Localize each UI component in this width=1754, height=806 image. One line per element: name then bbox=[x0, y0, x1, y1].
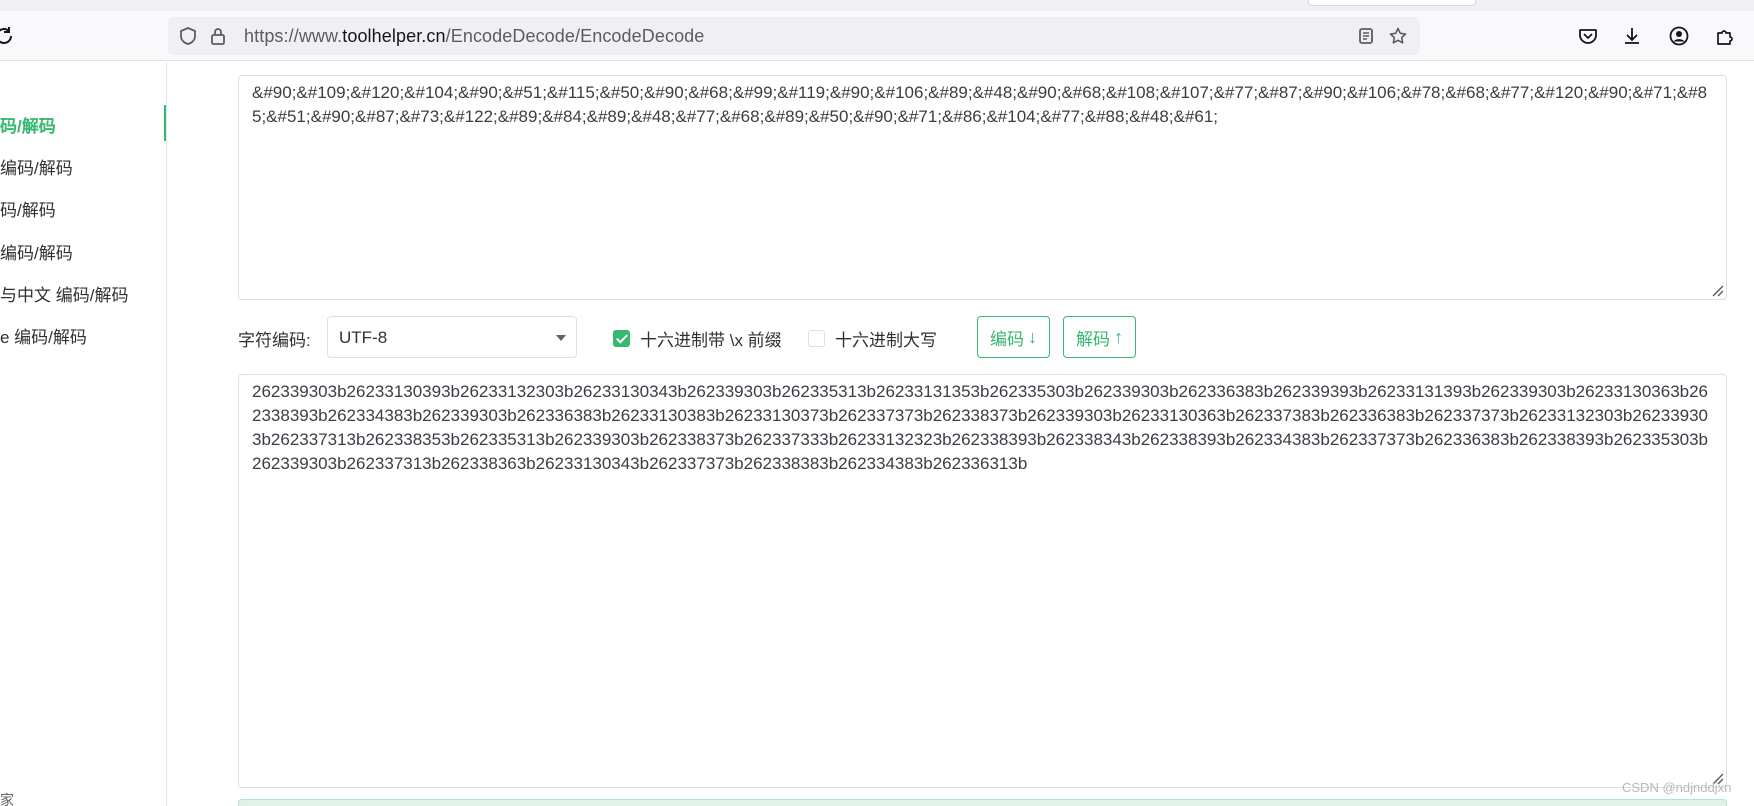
hex-prefix-checkbox[interactable]: 十六进制带 \x 前缀 bbox=[613, 326, 782, 351]
lock-icon[interactable] bbox=[208, 26, 228, 46]
active-tab-edge[interactable] bbox=[1308, 0, 1476, 6]
decode-button-label: 解码 bbox=[1076, 329, 1110, 349]
output-text: 262339303b26233130393b26233132303b262331… bbox=[252, 382, 1709, 473]
shield-icon[interactable] bbox=[178, 26, 198, 46]
account-icon[interactable] bbox=[1668, 25, 1690, 47]
input-textarea[interactable]: &#90;&#109;&#120;&#104;&#90;&#51;&#115;&… bbox=[238, 75, 1727, 300]
tab-strip bbox=[0, 0, 1754, 11]
sidebar-item-2[interactable]: 码/解码 bbox=[0, 196, 56, 221]
watermark: CSDN @ndjnddjxn bbox=[1622, 780, 1732, 795]
reader-view-icon[interactable] bbox=[1356, 26, 1376, 46]
arrow-down-icon: ↓ bbox=[1028, 326, 1037, 347]
reload-icon[interactable] bbox=[0, 24, 16, 48]
input-text: &#90;&#109;&#120;&#104;&#90;&#51;&#115;&… bbox=[252, 83, 1708, 126]
encode-button[interactable]: 编码 ↓ bbox=[977, 316, 1050, 358]
sidebar-item-1[interactable]: 编码/解码 bbox=[0, 154, 73, 179]
charset-label: 字符编码: bbox=[238, 331, 311, 350]
browser-toolbar: https://www.toolhelper.cn/EncodeDecode/E… bbox=[0, 11, 1754, 61]
sidebar-item-3[interactable]: 编码/解码 bbox=[0, 239, 73, 264]
checkbox-checked-icon[interactable] bbox=[613, 330, 630, 347]
encode-button-label: 编码 bbox=[990, 329, 1024, 349]
charset-select[interactable]: UTF-8 bbox=[327, 316, 577, 358]
resize-handle-icon[interactable] bbox=[1708, 281, 1724, 297]
chevron-down-icon bbox=[556, 335, 566, 341]
url-prefix: https://www. bbox=[244, 26, 343, 46]
extensions-icon[interactable] bbox=[1714, 25, 1736, 47]
sidebar: 码/解码 编码/解码 码/解码 编码/解码 与中文 编码/解码 e 编码/解码 … bbox=[0, 62, 167, 806]
checkbox-unchecked-icon[interactable] bbox=[808, 330, 825, 347]
download-icon[interactable] bbox=[1621, 25, 1643, 47]
result-alert-bar bbox=[238, 799, 1727, 806]
url-path: /EncodeDecode/EncodeDecode bbox=[445, 26, 705, 46]
pocket-icon[interactable] bbox=[1577, 25, 1599, 47]
hex-upper-checkbox[interactable]: 十六进制大写 bbox=[808, 326, 937, 351]
bookmark-star-icon[interactable] bbox=[1388, 26, 1408, 46]
charset-select-value: UTF-8 bbox=[339, 328, 388, 347]
arrow-up-icon: ↑ bbox=[1114, 326, 1123, 347]
controls-row: 字符编码: UTF-8 十六进制带 \x 前缀 十六进制大写 编码 ↓ 解码 ↑ bbox=[238, 316, 1238, 358]
sidebar-item-5[interactable]: e 编码/解码 bbox=[0, 323, 87, 348]
address-bar[interactable]: https://www.toolhelper.cn/EncodeDecode/E… bbox=[168, 17, 1420, 55]
sidebar-item-4[interactable]: 与中文 编码/解码 bbox=[0, 281, 128, 306]
hex-upper-label: 十六进制大写 bbox=[835, 331, 937, 350]
url-host: toolhelper.cn bbox=[342, 26, 446, 46]
hex-prefix-label: 十六进制带 \x 前缀 bbox=[640, 331, 782, 350]
decode-button[interactable]: 解码 ↑ bbox=[1063, 316, 1136, 358]
url-text[interactable]: https://www.toolhelper.cn/EncodeDecode/E… bbox=[244, 26, 704, 47]
sidebar-item-0[interactable]: 码/解码 bbox=[0, 112, 56, 137]
sidebar-bottom-item[interactable]: 家 bbox=[0, 790, 14, 806]
output-textarea[interactable]: 262339303b26233130393b26233132303b262331… bbox=[238, 374, 1727, 788]
sidebar-active-indicator bbox=[164, 105, 166, 141]
